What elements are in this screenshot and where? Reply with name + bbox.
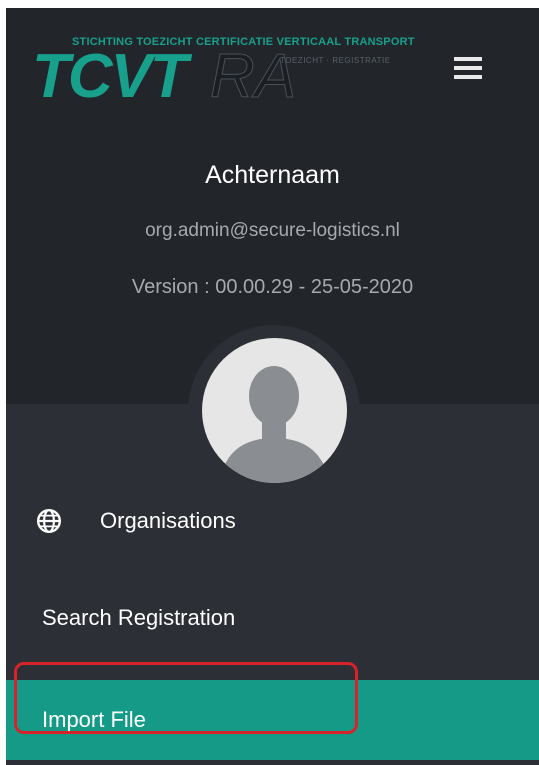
user-name: Achternaam bbox=[205, 161, 340, 189]
sidebar-item-search-registration[interactable]: Search Registration bbox=[6, 584, 539, 652]
globe-icon bbox=[36, 508, 62, 534]
logo-secondary-text: RA bbox=[209, 42, 297, 112]
user-email: org.admin@secure-logistics.nl bbox=[145, 220, 400, 241]
app-logo[interactable]: STICHTING TOEZICHT CERTIFICATIE VERTICAA… bbox=[32, 34, 452, 114]
sidebar-panel: STICHTING TOEZICHT CERTIFICATIE VERTICAA… bbox=[6, 8, 539, 765]
sidebar-item-label: Import File bbox=[42, 707, 146, 732]
user-avatar[interactable] bbox=[202, 338, 347, 483]
version-label: Version : 00.00.29 - 25-05-2020 bbox=[131, 276, 414, 298]
user-silhouette-icon bbox=[220, 366, 329, 483]
sidebar-item-import-file[interactable]: Import File bbox=[6, 680, 539, 760]
sidebar-item-label: Search Registration bbox=[42, 605, 236, 630]
sidebar-item-organisations[interactable]: Organisations bbox=[6, 487, 539, 555]
hamburger-menu-icon[interactable] bbox=[454, 57, 482, 79]
logo-tagline: TOEZICHT · REGISTRATIE bbox=[280, 56, 391, 65]
logo-primary-text: TCVT bbox=[32, 42, 188, 111]
sidebar-item-label: Organisations bbox=[100, 508, 236, 533]
